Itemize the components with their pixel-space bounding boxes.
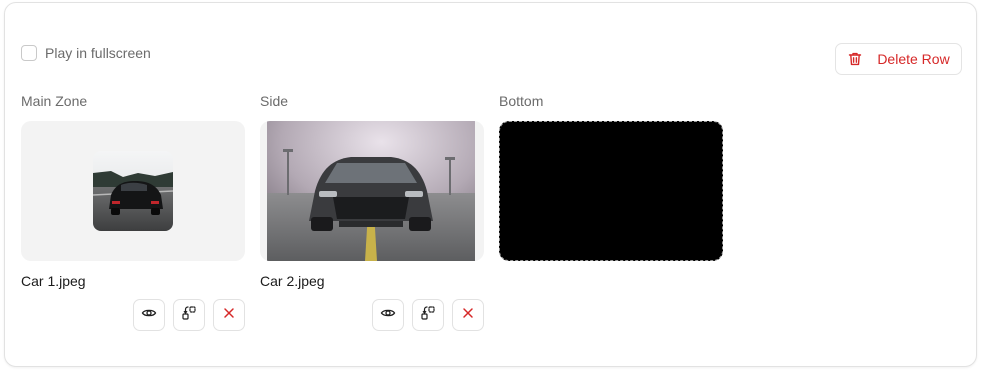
remove-button[interactable] <box>213 299 245 331</box>
replace-button[interactable] <box>173 299 205 331</box>
media-actions <box>21 299 245 331</box>
close-icon <box>222 306 236 325</box>
preview-button[interactable] <box>133 299 165 331</box>
zone-bottom: Bottom <box>499 93 723 261</box>
zone-title: Side <box>260 93 289 109</box>
remove-button[interactable] <box>452 299 484 331</box>
file-name: Car 1.jpeg <box>21 273 86 289</box>
zone-title: Main Zone <box>21 93 88 109</box>
eye-icon <box>141 305 157 326</box>
fullscreen-label: Play in fullscreen <box>45 45 151 61</box>
preview-button[interactable] <box>372 299 404 331</box>
trash-icon <box>847 51 863 67</box>
media-thumbnail <box>93 151 173 231</box>
fullscreen-checkbox[interactable] <box>21 45 37 61</box>
replace-icon <box>181 305 197 326</box>
zone-side: Side Car 2.jpeg <box>260 93 484 331</box>
file-name: Car 2.jpeg <box>260 273 325 289</box>
zone-main: Main Zone Car 1.jpeg <box>21 93 245 331</box>
close-icon <box>461 306 475 325</box>
row-card: Play in fullscreen Delete Row Main Zone <box>4 2 977 367</box>
replace-button[interactable] <box>412 299 444 331</box>
delete-row-button[interactable]: Delete Row <box>835 43 962 75</box>
replace-icon <box>420 305 436 326</box>
media-dropzone[interactable] <box>260 121 484 261</box>
media-preview-image <box>267 121 475 261</box>
media-dropzone[interactable] <box>499 121 723 261</box>
fullscreen-toggle[interactable]: Play in fullscreen <box>21 45 151 61</box>
media-actions <box>260 299 484 331</box>
delete-row-label: Delete Row <box>877 51 950 67</box>
zone-title: Bottom <box>499 93 544 109</box>
media-dropzone[interactable] <box>21 121 245 261</box>
eye-icon <box>380 305 396 326</box>
